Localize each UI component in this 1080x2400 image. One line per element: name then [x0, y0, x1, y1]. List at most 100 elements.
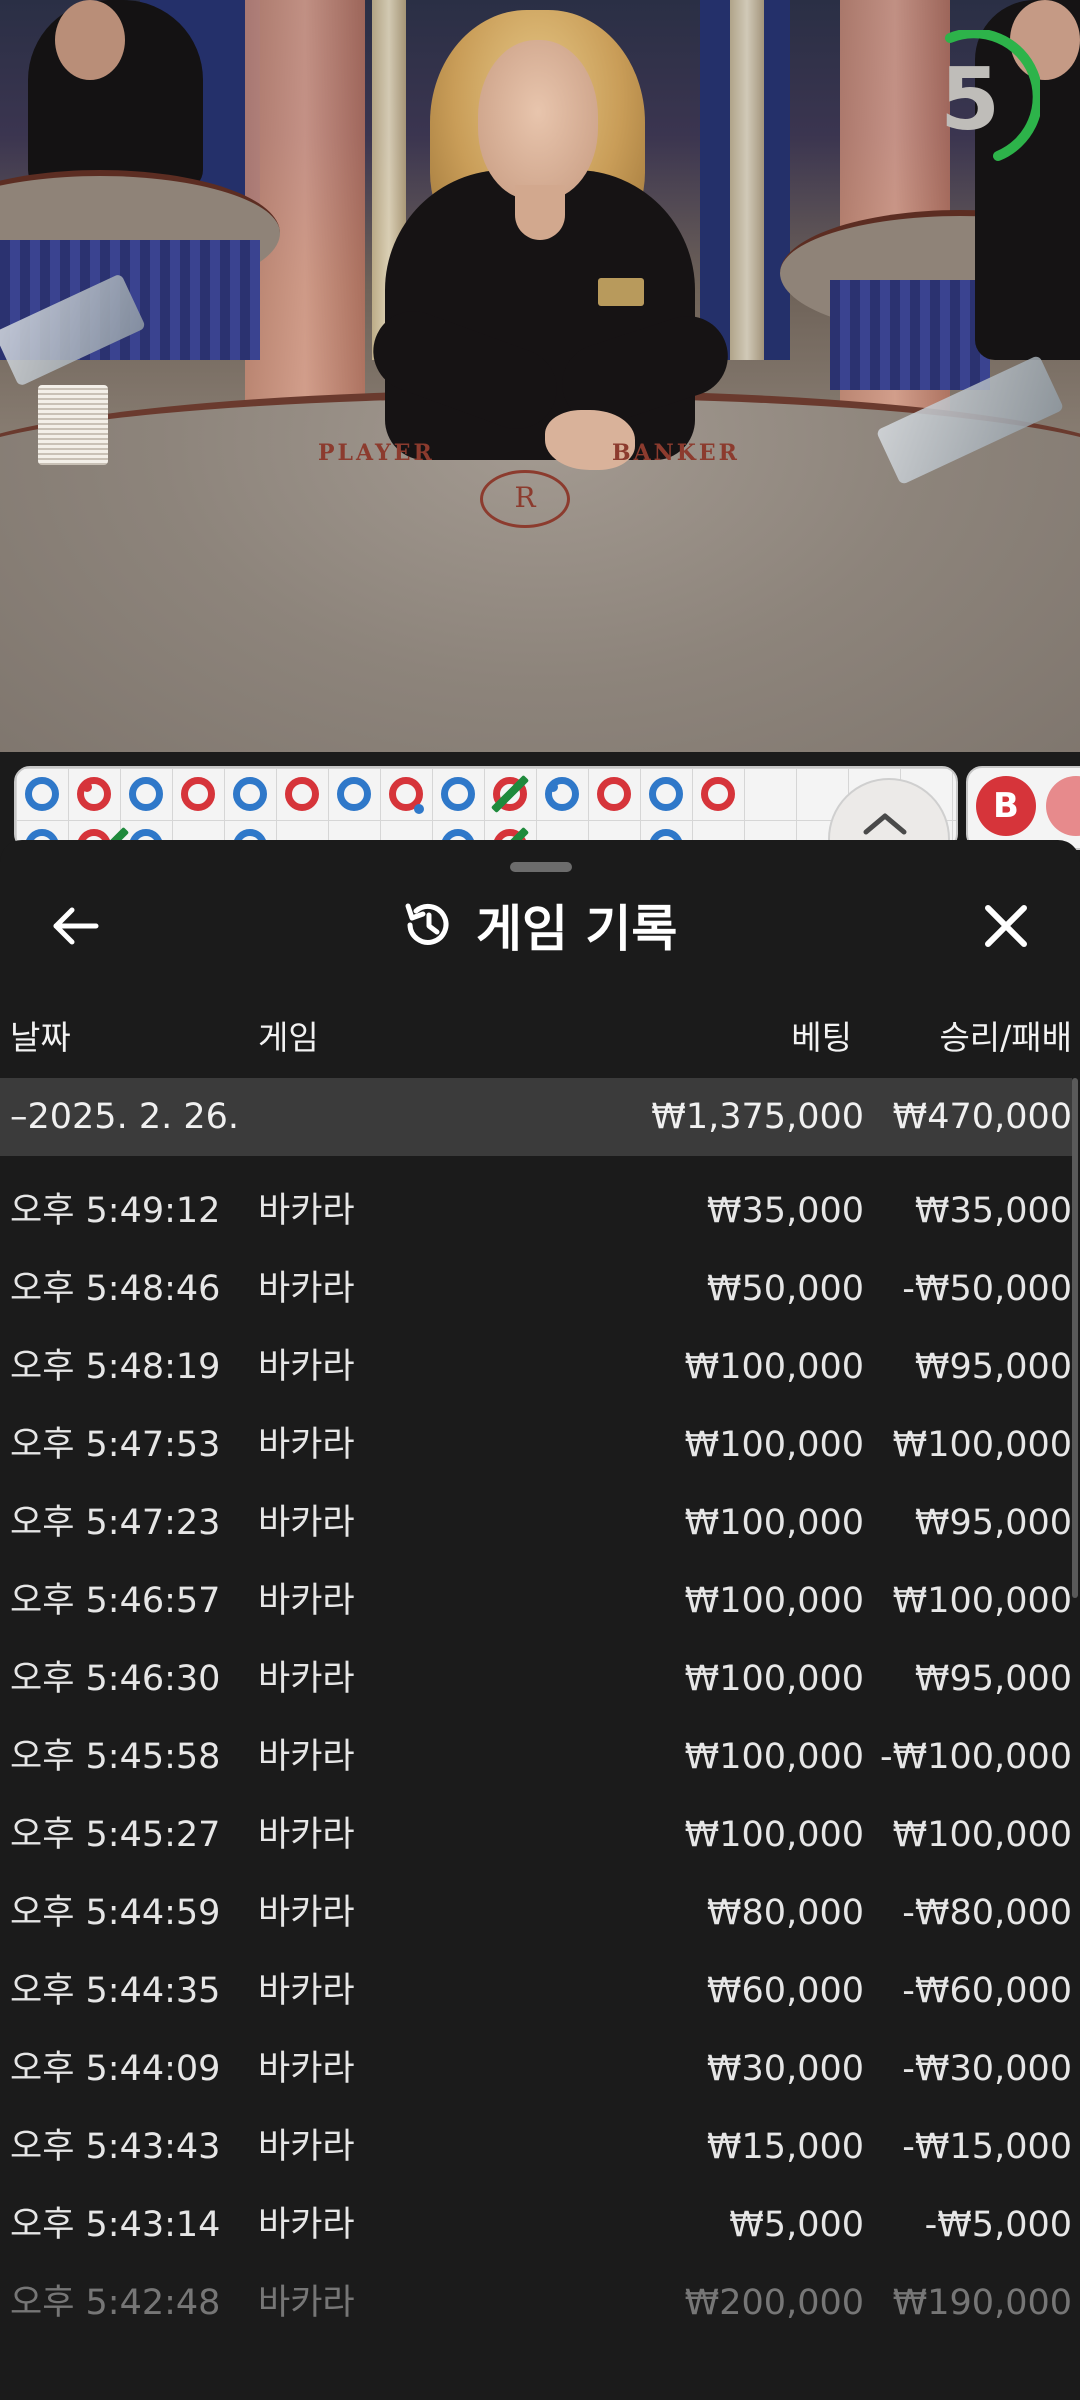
dealer-face — [478, 40, 598, 200]
close-icon[interactable] — [978, 898, 1034, 954]
row-time: 오후 5:45:27 — [10, 1815, 221, 1855]
date-summary-row[interactable]: –2025. 2. 26. ₩1,375,000 ₩470,000 — [0, 1078, 1072, 1156]
bead-banker — [597, 777, 631, 811]
row-time: 오후 5:45:58 — [10, 1737, 221, 1777]
column-date[interactable]: 날짜 — [10, 1010, 71, 1066]
row-game: 바카라 — [258, 1659, 355, 1699]
row-win-loss: -₩60,000 — [902, 1971, 1072, 2011]
row-time: 오후 5:47:23 — [10, 1503, 221, 1543]
countdown-timer: 5 — [900, 30, 1040, 170]
history-row[interactable]: 오후 5:42:48 바카라 ₩200,000 ₩190,000 — [0, 2264, 1072, 2342]
chevron-up-icon — [863, 813, 907, 835]
row-game: 바카라 — [258, 1581, 355, 1621]
row-time: 오후 5:44:09 — [10, 2049, 221, 2089]
scrollbar[interactable] — [1072, 1078, 1078, 1598]
felt-logo: R — [480, 470, 570, 528]
row-time: 오후 5:44:59 — [10, 1893, 221, 1933]
row-win-loss: ₩95,000 — [914, 1347, 1072, 1387]
bead-player — [25, 777, 59, 811]
row-bet: ₩200,000 — [684, 2283, 864, 2323]
row-win-loss: -₩15,000 — [902, 2127, 1072, 2167]
row-bet: ₩100,000 — [684, 1425, 864, 1465]
history-row[interactable]: 오후 5:46:30 바카라 ₩100,000 ₩95,000 — [0, 1640, 1072, 1718]
row-game: 바카라 — [258, 1269, 355, 1309]
dealer-neck — [515, 185, 565, 240]
column-bet[interactable]: 베팅 — [791, 1010, 852, 1066]
felt-player-label: PLAYER — [318, 440, 435, 466]
side-table-skirt — [830, 280, 990, 390]
row-time: 오후 5:44:35 — [10, 1971, 221, 2011]
sheet-drag-handle[interactable] — [510, 862, 572, 872]
row-bet: ₩100,000 — [684, 1737, 864, 1777]
row-time: 오후 5:48:46 — [10, 1269, 221, 1309]
row-bet: ₩100,000 — [684, 1815, 864, 1855]
bead-player — [129, 777, 163, 811]
row-bet: ₩80,000 — [706, 1893, 864, 1933]
row-bet: ₩100,000 — [684, 1347, 864, 1387]
background-dealer-head — [55, 0, 125, 80]
row-game: 바카라 — [258, 1347, 355, 1387]
history-row[interactable]: 오후 5:45:27 바카라 ₩100,000 ₩100,000 — [0, 1796, 1072, 1874]
history-row[interactable]: 오후 5:44:09 바카라 ₩30,000 -₩30,000 — [0, 2030, 1072, 2108]
pair-dot — [82, 782, 92, 792]
card-stack — [38, 385, 108, 465]
row-game: 바카라 — [258, 1815, 355, 1855]
pillar — [730, 0, 764, 360]
arrow-left-icon[interactable] — [48, 898, 104, 954]
history-row[interactable]: 오후 5:43:43 바카라 ₩15,000 -₩15,000 — [0, 2108, 1072, 2186]
row-bet: ₩100,000 — [684, 1659, 864, 1699]
row-game: 바카라 — [258, 1503, 355, 1543]
bead-player — [337, 777, 371, 811]
row-win-loss: ₩100,000 — [892, 1581, 1072, 1621]
history-row[interactable]: 오후 5:44:35 바카라 ₩60,000 -₩60,000 — [0, 1952, 1072, 2030]
row-game: 바카라 — [258, 1737, 355, 1777]
history-row[interactable]: 오후 5:48:46 바카라 ₩50,000 -₩50,000 — [0, 1250, 1072, 1328]
row-win-loss: ₩35,000 — [914, 1191, 1072, 1231]
history-row[interactable]: 오후 5:44:59 바카라 ₩80,000 -₩80,000 — [0, 1874, 1072, 1952]
history-row[interactable]: 오후 5:47:53 바카라 ₩100,000 ₩100,000 — [0, 1406, 1072, 1484]
row-win-loss: -₩50,000 — [902, 1269, 1072, 1309]
pair-dot — [548, 782, 558, 792]
row-game: 바카라 — [258, 2127, 355, 2167]
row-win-loss: ₩95,000 — [914, 1503, 1072, 1543]
bead-player — [649, 777, 683, 811]
row-time: 오후 5:49:12 — [10, 1191, 221, 1231]
bead-player — [233, 777, 267, 811]
row-bet: ₩30,000 — [706, 2049, 864, 2089]
row-win-loss: ₩95,000 — [914, 1659, 1072, 1699]
history-row[interactable]: 오후 5:47:23 바카라 ₩100,000 ₩95,000 — [0, 1484, 1072, 1562]
history-row[interactable]: 오후 5:43:14 바카라 ₩5,000 -₩5,000 — [0, 2186, 1072, 2264]
history-row[interactable]: 오후 5:46:57 바카라 ₩100,000 ₩100,000 — [0, 1562, 1072, 1640]
row-time: 오후 5:43:43 — [10, 2127, 221, 2167]
row-win-loss: -₩5,000 — [924, 2205, 1072, 2245]
row-game: 바카라 — [258, 1893, 355, 1933]
row-bet: ₩100,000 — [684, 1503, 864, 1543]
row-win-loss: ₩190,000 — [892, 2283, 1072, 2323]
row-time: 오후 5:47:53 — [10, 1425, 221, 1465]
row-game: 바카라 — [258, 2049, 355, 2089]
history-row[interactable]: 오후 5:48:19 바카라 ₩100,000 ₩95,000 — [0, 1328, 1072, 1406]
sheet-title: 게임 기록 — [476, 900, 678, 958]
history-list: 오후 5:49:12 바카라 ₩35,000 ₩35,000 오후 5:48:4… — [0, 1172, 1072, 2342]
summary-bet: ₩1,375,000 — [651, 1097, 864, 1137]
column-game[interactable]: 게임 — [258, 1010, 319, 1066]
history-icon — [405, 903, 449, 945]
pair-dot — [414, 804, 424, 814]
summary-date: –2025. 2. 26. — [10, 1097, 240, 1137]
row-time: 오후 5:46:57 — [10, 1581, 221, 1621]
row-game: 바카라 — [258, 1191, 355, 1231]
table-header: 날짜 게임 베팅 승리/패배 — [0, 1010, 1080, 1066]
row-bet: ₩60,000 — [706, 1971, 864, 2011]
bead-road[interactable] — [14, 766, 958, 850]
banker-prediction-chip[interactable]: B — [976, 776, 1036, 836]
bead-banker — [77, 777, 111, 811]
history-row[interactable]: 오후 5:49:12 바카라 ₩35,000 ₩35,000 — [0, 1172, 1072, 1250]
column-win-loss[interactable]: 승리/패배 — [939, 1010, 1072, 1066]
row-game: 바카라 — [258, 1425, 355, 1465]
row-bet: ₩15,000 — [706, 2127, 864, 2167]
bead-banker — [285, 777, 319, 811]
history-row[interactable]: 오후 5:45:58 바카라 ₩100,000 -₩100,000 — [0, 1718, 1072, 1796]
countdown-number: 5 — [940, 50, 1000, 150]
row-bet: ₩100,000 — [684, 1581, 864, 1621]
bead-banker — [181, 777, 215, 811]
